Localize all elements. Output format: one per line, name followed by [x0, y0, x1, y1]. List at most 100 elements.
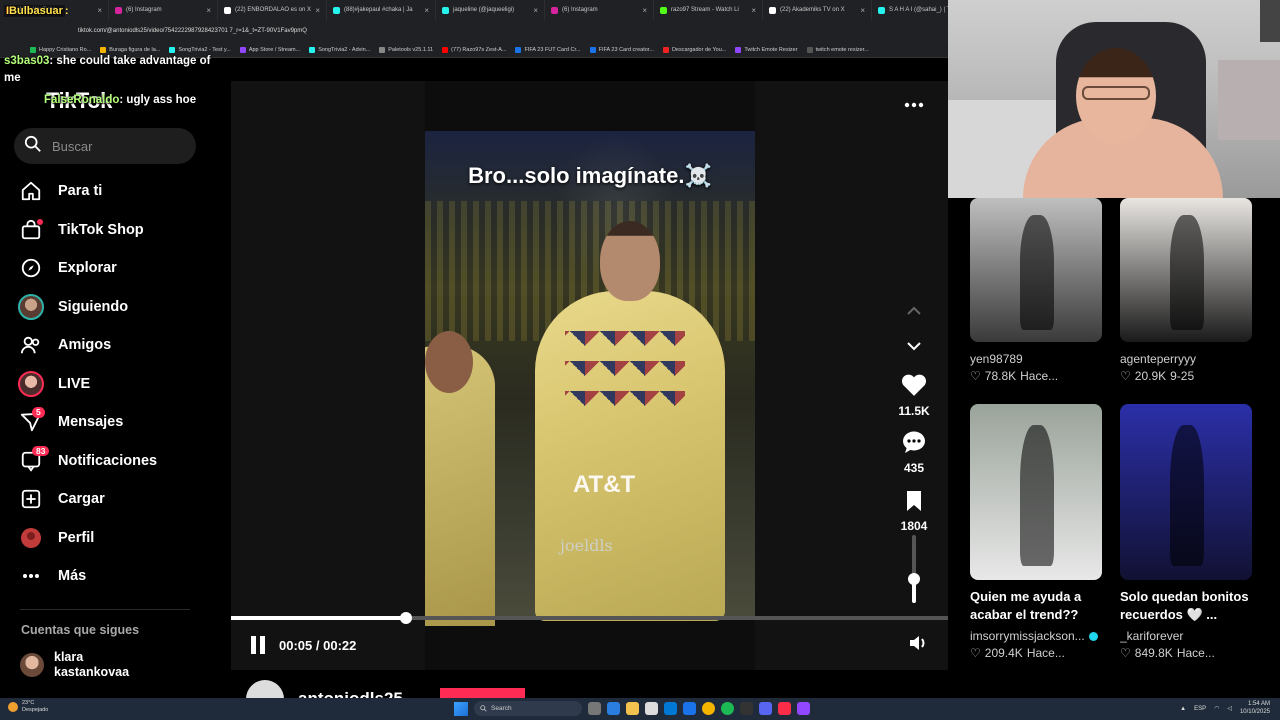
next-video-button[interactable] — [892, 338, 936, 356]
search-input[interactable] — [52, 138, 182, 154]
bookmark-label: Buraga figura de la... — [109, 46, 161, 53]
nav-item-tiktok-shop[interactable]: TikTok Shop — [18, 211, 218, 250]
photos-icon[interactable] — [645, 702, 658, 715]
nav-item-live[interactable]: LIVE — [18, 365, 218, 404]
file-explorer-icon[interactable] — [626, 702, 639, 715]
music-icon[interactable] — [778, 702, 791, 715]
like-button[interactable]: 11.5K — [892, 373, 936, 418]
nav-item-cargar[interactable]: Cargar — [18, 480, 218, 519]
volume-tray-icon[interactable]: ◁ — [1227, 705, 1232, 712]
nav-item-perfil[interactable]: Perfil — [18, 519, 218, 558]
bookmark-item[interactable]: SongTrivia2 - Advin... — [309, 46, 371, 53]
heart-outline-icon: ♡ — [1120, 369, 1131, 383]
url-text[interactable]: tiktok.com/@antoniodls25/video/754222298… — [78, 28, 307, 34]
volume-slider[interactable] — [906, 535, 922, 603]
search-box[interactable] — [14, 128, 196, 164]
browser-tab[interactable]: jaqueline (@jaqueeligi) × — [436, 0, 545, 20]
task-view-icon[interactable] — [588, 702, 601, 715]
recommended-video-card[interactable]: Quien me ayuda a acabar el trend?? imsorr… — [970, 404, 1102, 660]
recommended-video-card[interactable]: Solo quedan bonitos recuerdos 🤍 ... _kari… — [1120, 404, 1252, 660]
video-progress-bar[interactable] — [231, 612, 948, 624]
wifi-icon[interactable]: ◠ — [1214, 705, 1219, 712]
bookmark-item[interactable]: App Store / Stream... — [239, 46, 300, 53]
browser-tab[interactable]: (6) Instagram × — [545, 0, 654, 20]
recommended-video-card[interactable]: yen98789 ♡ 78.8K Hace... — [970, 198, 1102, 383]
windows-start-icon[interactable] — [454, 701, 468, 716]
video-content[interactable]: AT&T Bro...solo imagínate.☠️ joeldls — [425, 81, 755, 670]
discord-icon[interactable] — [759, 702, 772, 715]
nav-label: Más — [58, 568, 87, 585]
comment-button[interactable]: 435 — [892, 430, 936, 475]
follow-button[interactable] — [440, 688, 525, 698]
progress-handle[interactable] — [399, 612, 412, 624]
bookmark-label: SongTrivia2 - Advin... — [318, 46, 371, 53]
heart-outline-icon: ♡ — [970, 646, 981, 661]
more-options-button[interactable] — [892, 95, 936, 113]
bookmark-item[interactable]: (77) Razo97s Zest-A... — [442, 46, 506, 53]
browser-tab[interactable]: razo97 Stream - Watch Li × — [654, 0, 763, 20]
system-tray: ▲ ESP ◠ ◁ 1:54 AM 10/10/2025 — [1180, 701, 1270, 717]
video-user[interactable]: imsorrymissjackson... — [970, 629, 1102, 643]
browser-tab[interactable]: S A H A I (@sahai_) | TikTok× — [872, 0, 948, 20]
nav-item-explorar[interactable]: Explorar — [18, 249, 218, 288]
video-thumbnail[interactable] — [1120, 198, 1252, 342]
save-button[interactable]: 1804 — [892, 490, 936, 533]
bookmark-item[interactable]: Descargador de You... — [662, 46, 726, 53]
bookmark-item[interactable]: Buraga figura de la... — [100, 46, 161, 53]
obs-icon[interactable] — [740, 702, 753, 715]
tab-close-icon[interactable]: × — [751, 6, 756, 15]
following-account[interactable]: klara kastankovaa — [20, 650, 129, 680]
stream-chat-overlay: IBulbasuar: — [4, 5, 69, 17]
bookmark-item[interactable]: FIFA 23 Card creator... — [589, 46, 654, 53]
nav-item-notificaciones[interactable]: 83 Notificaciones — [18, 442, 218, 481]
video-thumbnail[interactable] — [970, 404, 1102, 580]
address-bar[interactable]: tiktok.com/@antoniodls25/video/754222298… — [0, 20, 948, 42]
previous-video-button[interactable] — [892, 303, 936, 321]
video-likes: 78.8K — [984, 369, 1017, 383]
mail-icon[interactable] — [664, 702, 677, 715]
tab-close-icon[interactable]: × — [315, 6, 320, 15]
language-indicator[interactable]: ESP — [1194, 706, 1206, 712]
video-user[interactable]: _kariforever — [1120, 629, 1252, 643]
nav-item-amigos[interactable]: Amigos — [18, 326, 218, 365]
taskbar-search-label: Search — [491, 705, 512, 712]
bookmark-item[interactable]: Paletools v25.1.11 — [379, 46, 433, 53]
nav-item-siguiendo[interactable]: Siguiendo — [18, 288, 218, 327]
store-icon[interactable] — [683, 702, 696, 715]
volume-handle[interactable] — [908, 573, 920, 586]
bookmark-item[interactable]: SongTrivia2 - Test y... — [169, 46, 231, 53]
video-likes: 209.4K — [984, 646, 1023, 661]
tray-chevron-icon[interactable]: ▲ — [1180, 706, 1186, 712]
browser-tab[interactable]: (22) Akademiks TV on X × — [763, 0, 872, 20]
video-user[interactable]: yen98789 — [970, 352, 1102, 366]
tab-close-icon[interactable]: × — [533, 6, 538, 15]
video-thumbnail[interactable] — [1120, 404, 1252, 580]
profile-icon — [18, 525, 44, 551]
chrome-icon[interactable] — [702, 702, 715, 715]
bookmark-item[interactable]: Happy Cristiano Ro... — [30, 46, 91, 53]
nav-item-para-ti[interactable]: Para ti — [18, 172, 218, 211]
system-clock[interactable]: 1:54 AM 10/10/2025 — [1240, 701, 1270, 717]
twitch-icon[interactable] — [797, 702, 810, 715]
video-user[interactable]: agenteperryyy — [1120, 352, 1252, 366]
tab-close-icon[interactable]: × — [860, 6, 865, 15]
bookmark-item[interactable]: Twitch Emote Resizer — [735, 46, 798, 53]
bookmark-item[interactable]: twitch emote resizer... — [806, 46, 869, 53]
spotify-icon[interactable] — [721, 702, 734, 715]
volume-button[interactable] — [908, 634, 928, 657]
tab-close-icon[interactable]: × — [424, 6, 429, 15]
taskbar-search[interactable]: Search — [474, 701, 582, 716]
browser-tab[interactable]: (88)#jakepaul #chaka | Ja × — [327, 0, 436, 20]
video-thumbnail[interactable] — [970, 198, 1102, 342]
nav-label: Amigos — [58, 337, 112, 354]
tab-close-icon[interactable]: × — [642, 6, 647, 15]
nav-item-mensajes[interactable]: 5 Mensajes — [18, 403, 218, 442]
bookmark-item[interactable]: FIFA 23 FUT Card Cr... — [515, 46, 581, 53]
nav-item-más[interactable]: Más — [18, 557, 218, 596]
weather-widget[interactable]: 23°C Despejado — [8, 700, 48, 713]
browser-tab[interactable]: (22) ENBORDALAO es on X × — [218, 0, 327, 20]
recommended-video-card[interactable]: agenteperryyy ♡ 20.9K 9-25 — [1120, 198, 1252, 383]
clock-date: 10/10/2025 — [1239, 708, 1270, 715]
pause-button[interactable] — [251, 636, 269, 654]
edge-icon[interactable] — [607, 702, 620, 715]
